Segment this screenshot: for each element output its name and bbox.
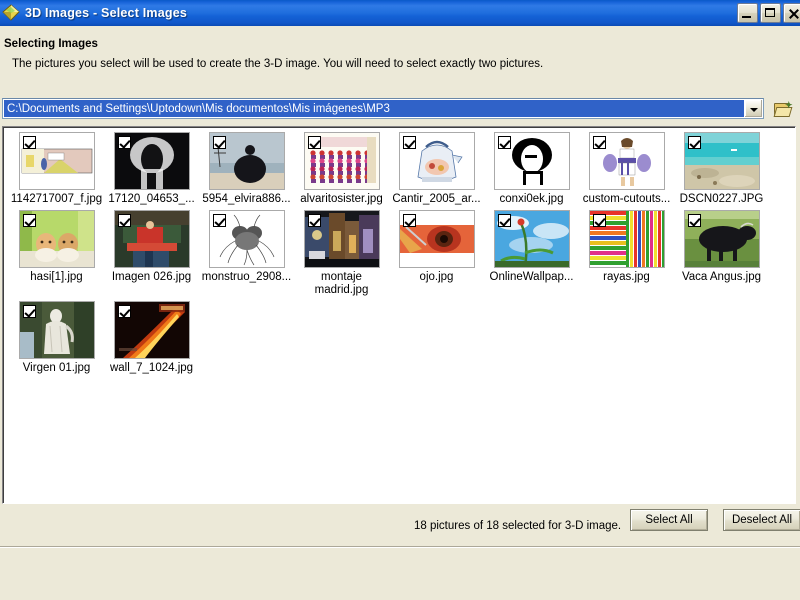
image-item[interactable]: DSCN0227.JPG bbox=[674, 132, 769, 206]
image-checkbox[interactable] bbox=[307, 214, 321, 227]
image-item[interactable]: monstruo_2908... bbox=[199, 210, 294, 297]
folder-open-icon: ✦ bbox=[773, 100, 793, 117]
image-item[interactable]: OnlineWallpap... bbox=[484, 210, 579, 297]
image-caption: custom-cutouts... bbox=[582, 193, 671, 205]
image-item[interactable]: ojo.jpg bbox=[389, 210, 484, 297]
wizard-header: Selecting Images The pictures you select… bbox=[0, 26, 800, 88]
image-list-pane[interactable]: 1142717007_f.jpg 17120_04653_... 5954_elvi… bbox=[2, 126, 796, 504]
image-thumbnail[interactable] bbox=[398, 210, 475, 268]
image-checkbox[interactable] bbox=[592, 136, 606, 149]
image-checkbox[interactable] bbox=[117, 136, 131, 149]
close-button[interactable] bbox=[783, 3, 800, 23]
selection-count-label: 18 pictures of 18 selected for 3-D image… bbox=[414, 520, 622, 532]
image-caption: conxi0ek.jpg bbox=[499, 193, 564, 205]
browse-folder-button[interactable]: ✦ bbox=[771, 97, 795, 120]
image-item[interactable]: Imagen 026.jpg bbox=[104, 210, 199, 297]
image-checkbox[interactable] bbox=[402, 214, 416, 227]
wizard-footer: < Atrás Siguiente > Cancelar bbox=[0, 548, 800, 600]
folder-path-value[interactable]: C:\Documents and Settings\Uptodown\Mis d… bbox=[4, 100, 744, 117]
image-item[interactable]: wall_7_1024.jpg bbox=[104, 301, 199, 375]
image-caption: Virgen 01.jpg bbox=[22, 362, 91, 374]
image-checkbox[interactable] bbox=[687, 136, 701, 149]
folder-path-bar: C:\Documents and Settings\Uptodown\Mis d… bbox=[0, 97, 800, 122]
image-thumbnail[interactable] bbox=[493, 210, 570, 268]
close-icon bbox=[784, 4, 800, 22]
image-thumbnail[interactable] bbox=[398, 132, 475, 190]
image-checkbox[interactable] bbox=[402, 136, 416, 149]
image-thumbnail[interactable] bbox=[588, 210, 665, 268]
image-caption: wall_7_1024.jpg bbox=[109, 362, 194, 374]
image-thumbnail[interactable] bbox=[113, 210, 190, 268]
image-item[interactable]: Vaca Angus.jpg bbox=[674, 210, 769, 297]
image-item[interactable]: 1142717007_f.jpg bbox=[9, 132, 104, 206]
image-caption: 17120_04653_... bbox=[108, 193, 195, 205]
image-checkbox[interactable] bbox=[687, 214, 701, 227]
image-checkbox[interactable] bbox=[117, 305, 131, 318]
image-checkbox[interactable] bbox=[497, 214, 511, 227]
image-grid: 1142717007_f.jpg 17120_04653_... 5954_elvi… bbox=[3, 127, 795, 379]
image-thumbnail[interactable] bbox=[18, 301, 95, 359]
image-checkbox[interactable] bbox=[22, 305, 36, 318]
image-item[interactable]: custom-cutouts... bbox=[579, 132, 674, 206]
image-thumbnail[interactable] bbox=[303, 210, 380, 268]
image-caption: hasi[1].jpg bbox=[30, 271, 83, 283]
image-caption: Cantir_2005_ar... bbox=[392, 193, 481, 205]
window-controls bbox=[737, 3, 800, 23]
image-caption: DSCN0227.JPG bbox=[679, 193, 764, 205]
image-item[interactable]: hasi[1].jpg bbox=[9, 210, 104, 297]
image-checkbox[interactable] bbox=[212, 214, 226, 227]
image-caption: alvaritosister.jpg bbox=[300, 193, 383, 205]
image-checkbox[interactable] bbox=[307, 136, 321, 149]
image-item[interactable]: conxi0ek.jpg bbox=[484, 132, 579, 206]
image-thumbnail[interactable] bbox=[303, 132, 380, 190]
page-title: Selecting Images bbox=[4, 38, 98, 50]
minimize-icon bbox=[738, 4, 757, 22]
image-thumbnail[interactable] bbox=[113, 132, 190, 190]
image-item[interactable]: Virgen 01.jpg bbox=[9, 301, 104, 375]
chevron-down-icon[interactable] bbox=[744, 100, 762, 117]
image-checkbox[interactable] bbox=[497, 136, 511, 149]
image-caption: OnlineWallpap... bbox=[489, 271, 574, 283]
image-item[interactable]: rayas.jpg bbox=[579, 210, 674, 297]
image-caption: Vaca Angus.jpg bbox=[681, 271, 762, 283]
image-checkbox[interactable] bbox=[22, 214, 36, 227]
image-thumbnail[interactable] bbox=[208, 132, 285, 190]
deselect-all-button[interactable]: Deselect All bbox=[723, 509, 800, 531]
maximize-icon bbox=[761, 4, 780, 22]
image-item[interactable]: 17120_04653_... bbox=[104, 132, 199, 206]
image-caption: ojo.jpg bbox=[419, 271, 454, 283]
image-caption: montaje madrid.jpg bbox=[314, 271, 369, 296]
image-checkbox[interactable] bbox=[592, 214, 606, 227]
image-caption: monstruo_2908... bbox=[201, 271, 292, 283]
image-item[interactable]: montaje madrid.jpg bbox=[294, 210, 389, 297]
image-thumbnail[interactable] bbox=[18, 210, 95, 268]
image-checkbox[interactable] bbox=[117, 214, 131, 227]
image-thumbnail[interactable] bbox=[588, 132, 665, 190]
image-thumbnail[interactable] bbox=[113, 301, 190, 359]
image-thumbnail[interactable] bbox=[683, 132, 760, 190]
folder-path-combo[interactable]: C:\Documents and Settings\Uptodown\Mis d… bbox=[2, 98, 764, 119]
image-thumbnail[interactable] bbox=[683, 210, 760, 268]
maximize-button[interactable] bbox=[760, 3, 781, 23]
image-checkbox[interactable] bbox=[22, 136, 36, 149]
image-caption: Imagen 026.jpg bbox=[111, 271, 192, 283]
select-all-button[interactable]: Select All bbox=[630, 509, 708, 531]
image-caption: 5954_elvira886... bbox=[202, 193, 291, 205]
window-title: 3D Images - Select Images bbox=[25, 6, 188, 20]
diamond-3d-icon bbox=[2, 4, 20, 22]
minimize-button[interactable] bbox=[737, 3, 758, 23]
image-thumbnail[interactable] bbox=[208, 210, 285, 268]
image-caption: 1142717007_f.jpg bbox=[10, 193, 103, 205]
title-bar: 3D Images - Select Images bbox=[0, 0, 800, 26]
image-checkbox[interactable] bbox=[212, 136, 226, 149]
image-thumbnail[interactable] bbox=[493, 132, 570, 190]
image-thumbnail[interactable] bbox=[18, 132, 95, 190]
image-item[interactable]: 5954_elvira886... bbox=[199, 132, 294, 206]
image-item[interactable]: alvaritosister.jpg bbox=[294, 132, 389, 206]
image-item[interactable]: Cantir_2005_ar... bbox=[389, 132, 484, 206]
image-caption: rayas.jpg bbox=[603, 271, 650, 283]
wizard-window: 3D Images - Select Images Selecting Imag… bbox=[0, 0, 800, 600]
page-description: The pictures you select will be used to … bbox=[12, 58, 544, 70]
